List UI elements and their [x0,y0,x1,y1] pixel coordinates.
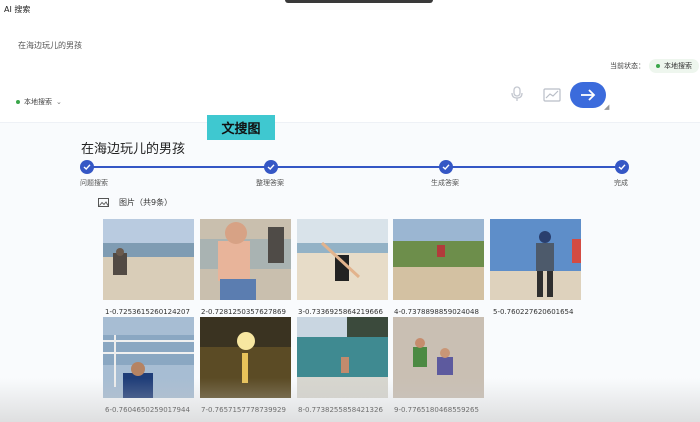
app-title: AI 搜索 [4,5,31,14]
images-count-label: 图片（共9条） [119,198,173,207]
search-scope-dropdown[interactable]: 本地搜索 ⌄ [16,97,62,107]
images-section-header: 图片（共9条） [98,197,172,208]
image-caption: 3-0.7336925864219666 [298,308,383,316]
window-top-handle [285,0,433,3]
status-dot-icon [656,64,660,68]
status-indicator: 当前状态： 本地搜索 [610,59,699,73]
chevron-down-icon: ⌄ [56,98,62,106]
result-image-6[interactable] [103,317,194,398]
image-caption: 9-0.7765180468559265 [394,406,479,414]
result-image-3[interactable] [297,219,388,300]
status-value: 本地搜索 [664,62,692,70]
image-caption: 4-0.7378898859024048 [394,308,479,316]
highlight-label: 文搜图 [207,115,275,140]
step-label: 整理答案 [256,179,284,187]
image-caption: 1-0.7253615260124207 [105,308,190,316]
result-image-8[interactable] [297,317,388,398]
result-image-2[interactable] [200,219,291,300]
microphone-icon[interactable] [510,86,524,102]
arrow-right-icon [581,89,596,101]
image-caption: 6-0.7604650259017944 [105,406,190,414]
step-check-icon [264,160,278,174]
status-label: 当前状态： [610,62,645,70]
send-button[interactable] [570,82,606,108]
chart-icon[interactable] [543,87,561,102]
status-badge: 本地搜索 [649,59,699,73]
scope-dot-icon [16,100,20,104]
result-image-4[interactable] [393,219,484,300]
image-caption: 8-0.7738255858421326 [298,406,383,414]
scope-label: 本地搜索 [24,98,52,106]
result-image-1[interactable] [103,219,194,300]
progress-line [87,166,623,168]
step-label: 生成答案 [431,179,459,187]
image-caption: 5-0.760227620601654 [493,308,574,316]
step-label: 完成 [614,179,628,187]
step-check-icon [439,160,453,174]
resize-handle-icon[interactable]: ◢ [604,103,609,111]
search-input[interactable]: 在海边玩儿的男孩 [18,40,82,51]
image-caption: 7-0.7657157778739929 [201,406,286,414]
step-check-icon [615,160,629,174]
image-caption: 2-0.7281250357627869 [201,308,286,316]
step-check-icon [80,160,94,174]
image-icon [98,198,109,207]
step-label: 问题搜索 [80,179,108,187]
result-title: 在海边玩儿的男孩 [81,142,186,157]
result-image-9[interactable] [393,317,484,398]
result-image-5[interactable] [490,219,581,300]
result-image-7[interactable] [200,317,291,398]
